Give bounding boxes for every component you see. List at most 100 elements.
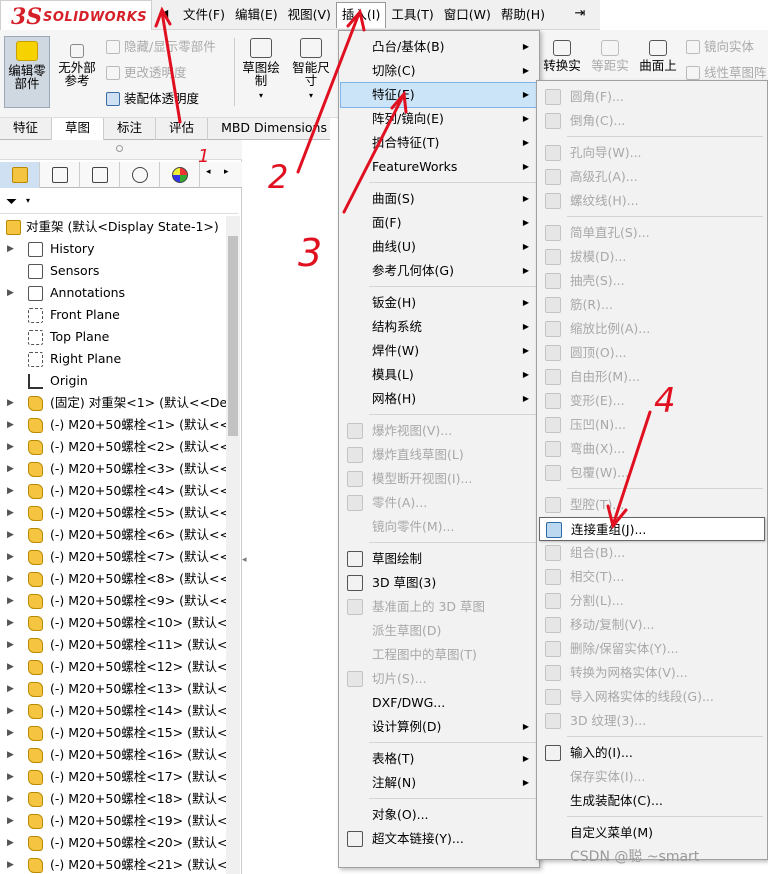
tree-root-assembly[interactable]: 对重架 (默认<Display State-1>) (0, 216, 226, 238)
edit-component-button[interactable]: 编辑零 部件 (4, 36, 50, 108)
tree-item[interactable]: ▶ (-) M20+50螺栓<11> (默认<<I (0, 634, 226, 656)
feature_menu-item-30[interactable]: 输入的(I)... (539, 741, 765, 765)
filter-dropdown-icon[interactable]: ▾ (26, 196, 30, 205)
tree-item[interactable]: ▶ (-) M20+50螺栓<2> (默认<<D (0, 436, 226, 458)
tree-item[interactable]: ▶ (-) M20+50螺栓<16> (默认<<I (0, 744, 226, 766)
command-tab-4[interactable]: MBD Dimensions (208, 118, 341, 140)
sketch-dropdown-icon[interactable]: ▾ (238, 89, 284, 102)
tree-item[interactable]: ▶ (-) M20+50螺栓<15> (默认<<I (0, 722, 226, 744)
tree-expand-arrow-icon[interactable]: ▶ (7, 414, 14, 436)
tree-expand-arrow-icon[interactable]: ▶ (7, 832, 14, 854)
tree-expand-arrow-icon[interactable]: ▶ (7, 590, 14, 612)
tree-item[interactable]: ▶ (-) M20+50螺栓<10> (默认<<I (0, 612, 226, 634)
tree-expand-arrow-icon[interactable]: ▶ (7, 766, 14, 788)
scroll-left-icon[interactable]: ◂ (206, 167, 211, 177)
insert_menu-item-4[interactable]: 扣合特征(T) ▶ (341, 131, 537, 155)
insert_menu-item-16[interactable]: 网格(H) ▶ (341, 387, 537, 411)
insert_menu-item-31[interactable]: 设计算例(D) ▶ (341, 715, 537, 739)
assembly-transparency-button[interactable]: 装配体透明度 (106, 88, 199, 110)
smart-dimension-button[interactable]: 智能尺 寸 ▾ (288, 38, 334, 110)
tab-property-manager[interactable] (40, 162, 80, 188)
tree-expand-arrow-icon[interactable]: ▶ (7, 678, 14, 700)
tree-item[interactable]: ▶ (-) M20+50螺栓<7> (默认<<D (0, 546, 226, 568)
insert_menu-item-8[interactable]: 面(F) ▶ (341, 211, 537, 235)
menubar-item-6[interactable]: 帮助(H) (496, 2, 550, 28)
tree-item[interactable]: ▶ (-) M20+50螺栓<4> (默认<<D (0, 480, 226, 502)
panel-collapse-handle-icon[interactable]: ◂ (242, 548, 250, 572)
tree-item[interactable]: ▶ (-) M20+50螺栓<20> (默认<<I (0, 832, 226, 854)
menubar-item-3[interactable]: 插入(I) (335, 2, 387, 28)
insert_menu-item-25[interactable]: 3D 草图(3) (341, 571, 537, 595)
tree-expand-arrow-icon[interactable]: ▶ (7, 634, 14, 656)
tree-expand-arrow-icon[interactable]: ▶ (7, 744, 14, 766)
tree-expand-arrow-icon[interactable]: ▶ (7, 546, 14, 568)
tree-expand-arrow-icon[interactable]: ▶ (7, 612, 14, 634)
smart-dimension-dropdown-icon[interactable]: ▾ (288, 89, 334, 102)
tree-item[interactable]: ▶ (固定) 对重架<1> (默认<<Defa (0, 392, 226, 414)
tab-configuration-manager[interactable] (80, 162, 120, 188)
tree-expand-arrow-icon[interactable]: ▶ (7, 788, 14, 810)
tree-expand-arrow-icon[interactable]: ▶ (7, 502, 14, 524)
tree-item[interactable]: Origin (0, 370, 226, 392)
tree-item[interactable]: ▶ (-) M20+50螺栓<13> (默认<<I (0, 678, 226, 700)
insert_menu-item-5[interactable]: FeatureWorks ▶ (341, 155, 537, 179)
tree-item[interactable]: ▶ (-) M20+50螺栓<1> (默认<<D (0, 414, 226, 436)
insert_menu-item-36[interactable]: 对象(O)... (341, 803, 537, 827)
hide-show-components-button[interactable]: 隐藏/显示零部件 (106, 36, 216, 58)
panel-grip[interactable] (0, 140, 242, 160)
tab-feature-manager[interactable] (0, 162, 40, 188)
tree-item[interactable]: ▶ (-) M20+50螺栓<3> (默认<<D (0, 458, 226, 480)
tree-item[interactable]: ▶ (-) M20+50螺栓<14> (默认<<I (0, 700, 226, 722)
tree-item[interactable]: ▶ (-) M20+50螺栓<19> (默认<<I (0, 810, 226, 832)
tree-expand-arrow-icon[interactable]: ▶ (7, 854, 14, 874)
tree-item[interactable]: Top Plane (0, 326, 226, 348)
tree-expand-arrow-icon[interactable]: ▶ (7, 568, 14, 590)
command-tab-1[interactable]: 草图 (52, 118, 105, 140)
menu-expand-arrow-icon[interactable]: ◀ (158, 7, 170, 21)
tree-expand-arrow-icon[interactable]: ▶ (7, 458, 14, 480)
tab-dimxpert-manager[interactable] (120, 162, 160, 188)
tree-item[interactable]: ▶ (-) M20+50螺栓<5> (默认<<D (0, 502, 226, 524)
tree-item[interactable]: ▶ (-) M20+50螺栓<12> (默认<<I (0, 656, 226, 678)
menubar-item-4[interactable]: 工具(T) (386, 2, 438, 28)
tree-expand-arrow-icon[interactable]: ▶ (7, 524, 14, 546)
filter-funnel-icon[interactable]: ⏷ (6, 194, 17, 210)
command-tab-2[interactable]: 标注 (104, 118, 157, 140)
tree-item[interactable]: Front Plane (0, 304, 226, 326)
insert_menu-item-10[interactable]: 参考几何体(G) ▶ (341, 259, 537, 283)
tree-item[interactable]: ▶ (-) M20+50螺栓<9> (默认<<D (0, 590, 226, 612)
tree-item[interactable]: ▶ (-) M20+50螺栓<8> (默认<<D (0, 568, 226, 590)
tree-item[interactable]: ▶ History (0, 238, 226, 260)
feature_menu-item-32[interactable]: 生成装配体(C)... (539, 789, 765, 813)
insert_menu-item-30[interactable]: DXF/DWG... (341, 691, 537, 715)
insert_menu-item-3[interactable]: 阵列/镜向(E) ▶ (341, 107, 537, 131)
insert_menu-item-15[interactable]: 模具(L) ▶ (341, 363, 537, 387)
insert_menu-item-14[interactable]: 焊件(W) ▶ (341, 339, 537, 363)
scroll-right-icon[interactable]: ▸ (224, 167, 229, 177)
solidworks-logo[interactable]: 3S SOLIDWORKS (0, 0, 152, 32)
tree-expand-arrow-icon[interactable]: ▶ (7, 480, 14, 502)
tab-display-manager[interactable] (160, 162, 200, 188)
tree-expand-arrow-icon[interactable]: ▶ (7, 656, 14, 678)
tree-expand-arrow-icon[interactable]: ▶ (7, 722, 14, 744)
no-external-refs-button[interactable]: 无外部 参考 (54, 44, 100, 108)
insert_menu-item-37[interactable]: 超文本链接(Y)... (341, 827, 537, 851)
insert_menu-item-1[interactable]: 切除(C) ▶ (341, 59, 537, 83)
insert_menu-item-2[interactable]: 特征(E) ▶ (340, 82, 538, 108)
menubar-item-1[interactable]: 编辑(E) (230, 2, 283, 28)
insert_menu-item-13[interactable]: 结构系统 ▶ (341, 315, 537, 339)
tree-expand-arrow-icon[interactable]: ▶ (7, 700, 14, 722)
tree-expand-arrow-icon[interactable]: ▶ (7, 238, 14, 260)
command-tab-3[interactable]: 评估 (156, 118, 209, 140)
insert_menu-item-12[interactable]: 钣金(H) ▶ (341, 291, 537, 315)
tree-expand-arrow-icon[interactable]: ▶ (7, 436, 14, 458)
tree-item[interactable]: Sensors (0, 260, 226, 282)
tree-expand-arrow-icon[interactable]: ▶ (7, 282, 14, 304)
insert_menu-item-24[interactable]: 草图绘制 (341, 547, 537, 571)
feature_menu-item-34[interactable]: 自定义菜单(M) (539, 821, 765, 845)
change-transparency-button[interactable]: 更改透明度 (106, 62, 187, 84)
menubar-item-5[interactable]: 窗口(W) (439, 2, 496, 28)
tree-item[interactable]: ▶ (-) M20+50螺栓<6> (默认<<D (0, 524, 226, 546)
pin-menu-icon[interactable]: ⇥ (572, 7, 588, 21)
tree-item[interactable]: ▶ (-) M20+50螺栓<21> (默认<<I (0, 854, 226, 874)
